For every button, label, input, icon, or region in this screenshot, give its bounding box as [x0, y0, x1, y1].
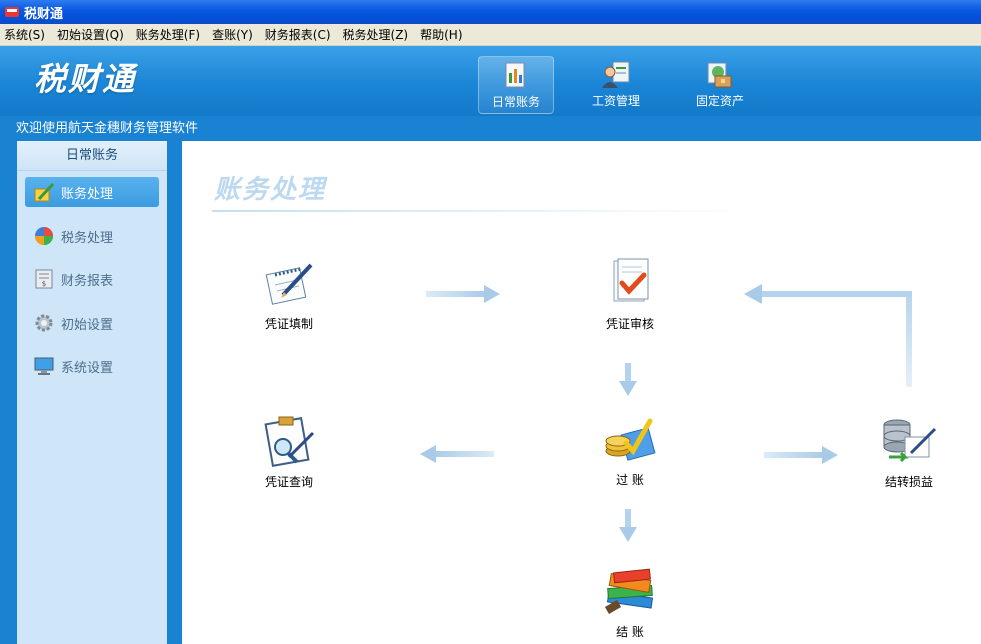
sidebar-item-initial-settings[interactable]: 初始设置 — [25, 308, 159, 338]
closing-label: 结 账 — [616, 625, 644, 639]
menu-tax[interactable]: 税务处理(Z) — [343, 26, 409, 43]
voucher-query-label: 凭证查询 — [264, 475, 313, 489]
tab-payroll[interactable]: 工资管理 — [578, 56, 654, 114]
sidebar-item-label: 初始设置 — [61, 317, 114, 333]
welcome-bar: 欢迎使用航天金穗财务管理软件 — [0, 116, 981, 141]
sidebar-item-label: 税务处理 — [61, 230, 114, 246]
menu-audit[interactable]: 查账(Y) — [212, 26, 253, 43]
ledger-icon — [505, 62, 525, 88]
voucher-query-node[interactable]: 凭证查询 — [244, 413, 334, 490]
posting-coins-icon — [605, 418, 656, 461]
tab-label: 日常账务 — [491, 95, 540, 109]
voucher-entry-node[interactable]: 凭证填制 — [244, 255, 334, 332]
sidebar-item-reports[interactable]: $ 财务报表 — [25, 264, 159, 294]
welcome-text: 欢迎使用航天金穗财务管理软件 — [16, 121, 199, 136]
title-bar: 税财通 — [0, 0, 981, 24]
posting-label: 过 账 — [616, 473, 644, 487]
profit-transfer-label: 结转损益 — [884, 475, 933, 489]
posting-node[interactable]: 过 账 — [585, 413, 675, 488]
menu-help[interactable]: 帮助(H) — [420, 26, 462, 43]
sidebar-item-label: 财务报表 — [61, 273, 114, 289]
arrow-right-icon — [426, 285, 500, 303]
voucher-audit-node[interactable]: 凭证审核 — [585, 255, 675, 332]
sidebar: 日常账务 账务处理 税务处理 $ 财务报表 初始设置 系统设置 — [17, 141, 167, 644]
pie-chart-icon — [35, 227, 53, 245]
sidebar-item-label: 账务处理 — [61, 186, 114, 202]
voucher-query-icon — [264, 416, 315, 467]
menu-financial-reports[interactable]: 财务报表(C) — [265, 26, 331, 43]
sidebar-item-accounting[interactable]: 账务处理 — [25, 177, 159, 207]
section-title: 账务处理 — [214, 175, 327, 205]
window-title: 税财通 — [24, 6, 64, 22]
pencil-ledger-icon — [34, 182, 55, 202]
closing-books-icon — [604, 568, 654, 614]
menu-bar: 系统(S) 初始设置(Q) 账务处理(F) 查账(Y) 财务报表(C) 税务处理… — [0, 24, 981, 46]
monitor-icon — [34, 357, 54, 375]
arrow-down-icon — [619, 363, 637, 396]
menu-system[interactable]: 系统(S) — [4, 26, 45, 43]
closing-node[interactable]: 结 账 — [585, 565, 675, 640]
profit-transfer-node[interactable]: 结转损益 — [864, 413, 954, 490]
report-icon: $ — [35, 269, 53, 289]
svg-text:$: $ — [42, 280, 46, 288]
voucher-entry-icon — [265, 263, 313, 305]
arrow-left-icon — [420, 445, 494, 463]
header-banner: 税财通 日常账务 工资管理 固定资产 — [0, 46, 981, 116]
menu-initial-settings[interactable]: 初始设置(Q) — [57, 26, 124, 43]
gear-icon — [35, 314, 53, 332]
tab-label: 工资管理 — [591, 94, 640, 108]
arrow-return-icon — [744, 284, 912, 387]
tab-label: 固定资产 — [695, 94, 744, 108]
payroll-person-icon — [602, 61, 630, 88]
tab-fixed-assets[interactable]: 固定资产 — [682, 56, 758, 114]
voucher-entry-label: 凭证填制 — [264, 317, 313, 331]
voucher-audit-icon — [613, 258, 649, 302]
menu-accounting[interactable]: 账务处理(F) — [136, 26, 200, 43]
app-icon — [5, 7, 19, 17]
sidebar-item-label: 系统设置 — [61, 360, 114, 376]
title-divider — [212, 210, 752, 212]
fixed-asset-icon — [707, 62, 732, 88]
sidebar-item-system-settings[interactable]: 系统设置 — [25, 351, 159, 381]
sidebar-item-tax[interactable]: 税务处理 — [25, 221, 159, 251]
arrow-right-icon — [764, 446, 838, 464]
arrow-down-icon — [619, 509, 637, 542]
sidebar-title: 日常账务 — [17, 141, 167, 171]
tab-daily-accounts[interactable]: 日常账务 — [478, 56, 554, 114]
voucher-audit-label: 凭证审核 — [605, 317, 654, 331]
profit-transfer-icon — [883, 419, 937, 463]
main-panel: 账务处理 凭证填制 凭证审核 过 账 凭证查询 结转损益 结 账 — [182, 141, 981, 644]
app-logo: 税财通 — [34, 60, 137, 98]
